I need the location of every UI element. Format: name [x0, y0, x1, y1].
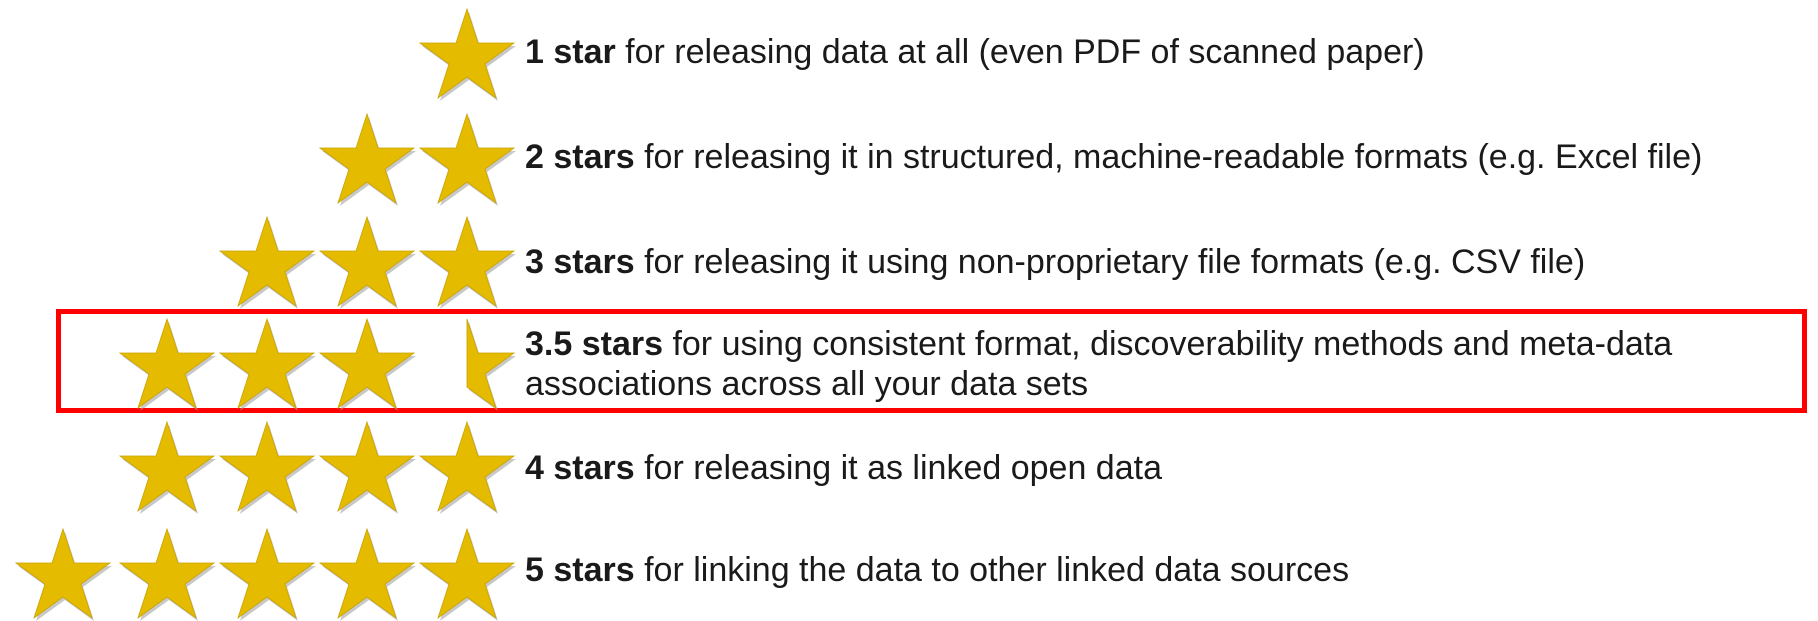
star-rating-2 — [0, 110, 520, 210]
star-icon — [418, 525, 516, 621]
level-text: for linking the data to other linked dat… — [634, 551, 1350, 589]
level-label: 5 stars — [525, 551, 635, 589]
star-icon — [318, 418, 416, 514]
level-description: 3 stars for releasing it using non-propr… — [525, 242, 1585, 282]
star-icon — [318, 525, 416, 621]
star-icon — [418, 213, 516, 309]
level-text: for releasing data at all (even PDF of s… — [615, 33, 1425, 71]
star-icon — [218, 315, 316, 411]
level-row-3-5-stars: 3.5 stars for using consistent format, d… — [0, 315, 1818, 415]
star-rating-3-5 — [0, 315, 520, 415]
level-row-2-stars: 2 stars for releasing it in structured, … — [0, 110, 1818, 210]
star-icon — [418, 110, 516, 206]
star-icon — [318, 110, 416, 206]
star-icon — [118, 418, 216, 514]
star-rating-5 — [0, 517, 520, 621]
level-text: for using consistent format, discoverabi… — [663, 325, 1673, 363]
star-rating-1 — [0, 5, 520, 105]
star-icon — [318, 213, 416, 309]
level-label: 1 star — [525, 33, 616, 71]
star-icon — [318, 315, 416, 411]
level-description: 5 stars for linking the data to other li… — [525, 550, 1349, 590]
level-description: 2 stars for releasing it in structured, … — [525, 137, 1702, 177]
level-label: 4 stars — [525, 449, 635, 487]
level-label: 3.5 stars — [525, 325, 663, 363]
level-description: 1 star for releasing data at all (even P… — [525, 32, 1425, 72]
star-icon — [118, 525, 216, 621]
star-icon — [418, 418, 516, 514]
star-rating-3 — [0, 213, 520, 313]
level-row-5-stars: 5 stars for linking the data to other li… — [0, 517, 1818, 621]
level-row-4-stars: 4 stars for releasing it as linked open … — [0, 418, 1818, 518]
level-text: for releasing it using non-proprietary f… — [634, 243, 1586, 281]
level-description: 4 stars for releasing it as linked open … — [525, 448, 1162, 488]
star-icon — [218, 213, 316, 309]
star-icon — [118, 315, 216, 411]
star-icon — [418, 5, 516, 101]
star-icon — [218, 525, 316, 621]
star-icon — [14, 525, 112, 621]
star-icon — [218, 418, 316, 514]
level-text-line2: associations across all your data sets — [525, 365, 1089, 403]
star-rating-4 — [0, 418, 520, 518]
level-row-3-stars: 3 stars for releasing it using non-propr… — [0, 213, 1818, 313]
level-text: for releasing it as linked open data — [634, 449, 1162, 487]
level-text: for releasing it in structured, machine-… — [634, 138, 1703, 176]
level-row-1-star: 1 star for releasing data at all (even P… — [0, 5, 1818, 105]
half-star-icon — [418, 315, 516, 411]
level-label: 3 stars — [525, 243, 635, 281]
level-label: 2 stars — [525, 138, 635, 176]
level-description: 3.5 stars for using consistent format, d… — [525, 324, 1672, 404]
